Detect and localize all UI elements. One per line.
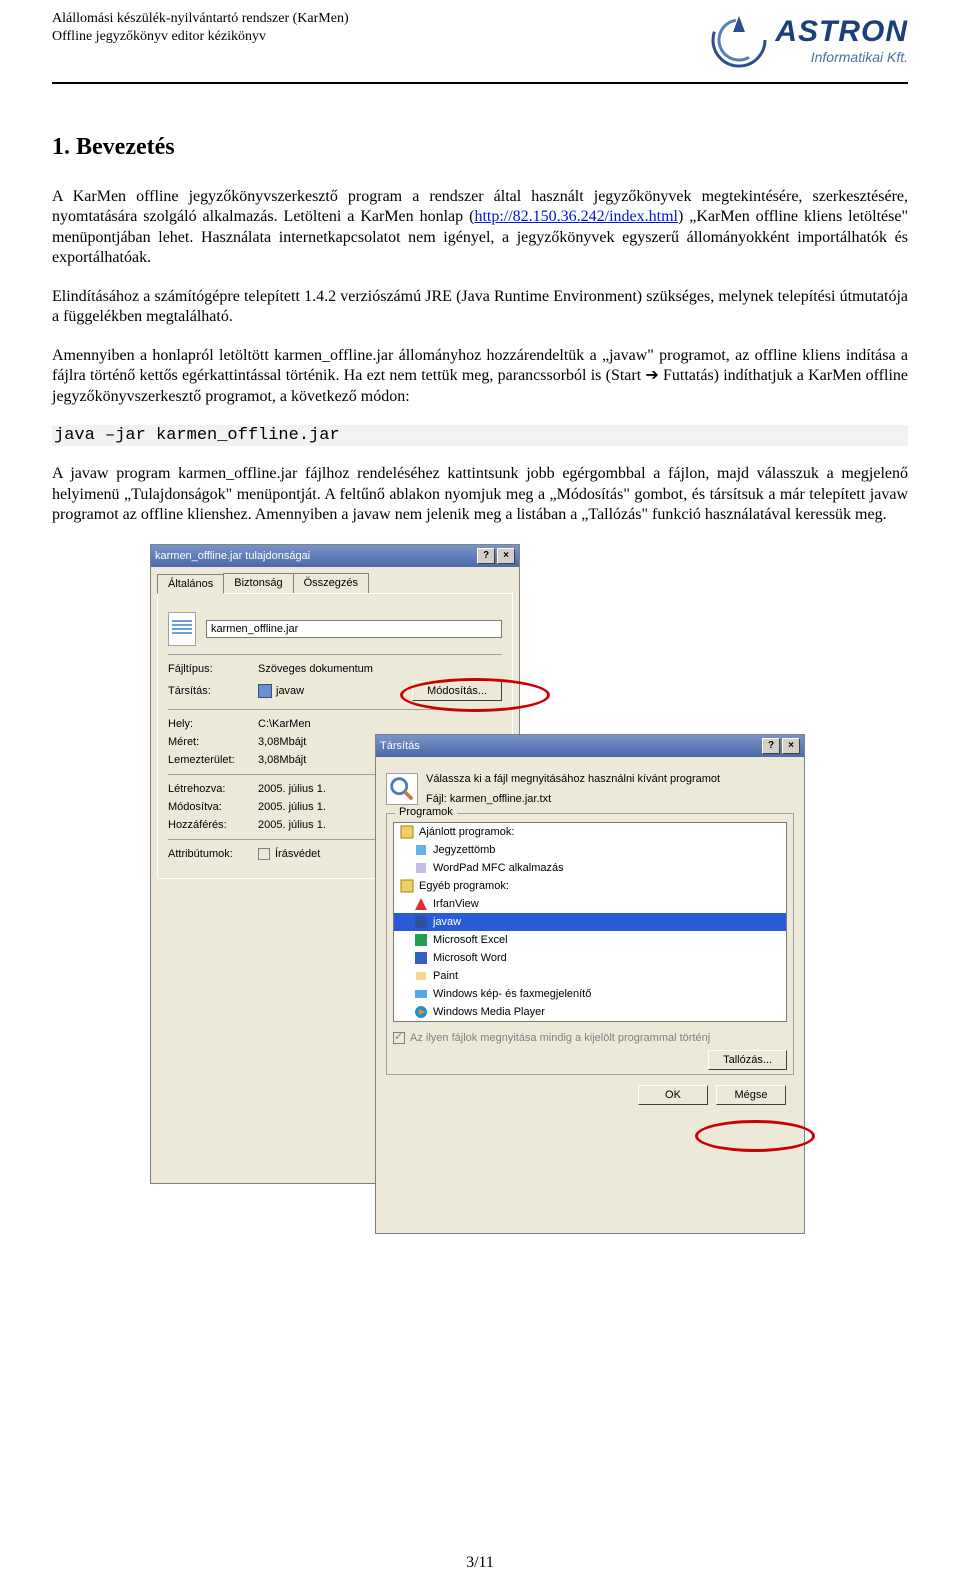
- help-button[interactable]: ?: [477, 548, 495, 564]
- logo-swoosh-icon: [709, 10, 769, 70]
- label-association: Társítás:: [168, 685, 258, 697]
- association-dialog: Társítás ? × Válassza ki a fájl megnyitá…: [375, 734, 805, 1234]
- app-icon: [258, 684, 272, 698]
- list-item: Windows kép- és faxmegjelenítő: [394, 985, 786, 1003]
- programs-legend: Programok: [395, 806, 457, 818]
- header-line2: Offline jegyzőkönyv editor kézikönyv: [52, 28, 349, 46]
- list-item: WordPad MFC alkalmazás: [394, 859, 786, 877]
- properties-titlebar: karmen_offline.jar tulajdonságai ? ×: [151, 545, 519, 567]
- list-item: Paint: [394, 967, 786, 985]
- properties-tabs: Általános Biztonság Összegzés: [151, 567, 519, 593]
- association-title: Társítás: [380, 740, 420, 752]
- help-button[interactable]: ?: [762, 738, 780, 754]
- header-line1: Alállomási készülék-nyilvántartó rendsze…: [52, 10, 349, 28]
- value-size: 3,08Mbájt: [258, 736, 306, 748]
- filename-field[interactable]: karmen_offline.jar: [206, 620, 502, 638]
- programs-group: Programok Ajánlott programok: Jegyzettöm…: [386, 813, 794, 1075]
- association-titlebar: Társítás ? ×: [376, 735, 804, 757]
- value-accessed: 2005. július 1.: [258, 819, 326, 831]
- always-use-checkbox[interactable]: [393, 1032, 405, 1044]
- header-rule: [52, 82, 908, 84]
- value-diskspace: 3,08Mbájt: [258, 754, 306, 766]
- paragraph-4: A javaw program karmen_offline.jar fájlh…: [52, 464, 908, 525]
- heading-1: 1. Bevezetés: [52, 134, 908, 161]
- highlight-circle-modify: [400, 678, 550, 712]
- list-item: IrfanView: [394, 895, 786, 913]
- value-location: C:\KarMen: [258, 718, 311, 730]
- list-header-other: Egyéb programok:: [394, 877, 786, 895]
- close-button[interactable]: ×: [497, 548, 515, 564]
- value-association: javaw: [276, 685, 412, 697]
- value-file: karmen_offline.jar.txt: [450, 793, 551, 805]
- file-type-icon: [168, 612, 196, 646]
- label-location: Hely:: [168, 718, 258, 730]
- always-use-label: Az ilyen fájlok megnyitása mindig a kije…: [410, 1032, 710, 1044]
- value-created: 2005. július 1.: [258, 783, 326, 795]
- company-logo: ASTRON Informatikai Kft.: [709, 10, 908, 70]
- command-line: java –jar karmen_offline.jar: [52, 425, 908, 446]
- list-header-recommended: Ajánlott programok:: [394, 823, 786, 841]
- value-attributes: Írásvédet: [275, 848, 320, 860]
- tab-summary[interactable]: Összegzés: [293, 573, 369, 593]
- list-item: Jegyzettömb: [394, 841, 786, 859]
- ok-button[interactable]: OK: [638, 1085, 708, 1105]
- label-modified: Módosítva:: [168, 801, 258, 813]
- logo-name: ASTRON: [775, 15, 908, 49]
- label-created: Létrehozva:: [168, 783, 258, 795]
- association-prompt: Válassza ki a fájl megnyitásához használ…: [426, 773, 720, 785]
- label-file: Fájl:: [426, 793, 447, 805]
- highlight-circle-browse: [695, 1120, 815, 1152]
- paragraph-1: A KarMen offline jegyzőkönyvszerkesztő p…: [52, 187, 908, 269]
- doc-header: Alállomási készülék-nyilvántartó rendsze…: [52, 10, 908, 70]
- tab-general[interactable]: Általános: [157, 574, 224, 594]
- page-number: 3/11: [0, 1554, 960, 1572]
- list-item: Microsoft Word: [394, 949, 786, 967]
- label-attributes: Attribútumok:: [168, 848, 258, 860]
- cancel-button[interactable]: Mégse: [716, 1085, 786, 1105]
- list-item: XmlPad: [394, 1021, 786, 1022]
- readonly-checkbox[interactable]: [258, 848, 270, 860]
- label-size: Méret:: [168, 736, 258, 748]
- label-diskspace: Lemezterület:: [168, 754, 258, 766]
- label-accessed: Hozzáférés:: [168, 819, 258, 831]
- paragraph-2: Elindításához a számítógépre telepített …: [52, 287, 908, 328]
- paragraph-3: Amennyiben a honlapról letöltött karmen_…: [52, 346, 908, 407]
- magnifier-icon: [386, 773, 418, 805]
- programs-list[interactable]: Ajánlott programok: Jegyzettömb WordPad …: [393, 822, 787, 1022]
- label-filetype: Fájltípus:: [168, 663, 258, 675]
- value-modified: 2005. július 1.: [258, 801, 326, 813]
- tab-security[interactable]: Biztonság: [223, 573, 293, 593]
- browse-button[interactable]: Tallózás...: [708, 1050, 787, 1070]
- embedded-screenshot: karmen_offline.jar tulajdonságai ? × Ált…: [150, 544, 810, 1254]
- list-item-selected: javaw: [394, 913, 786, 931]
- properties-title: karmen_offline.jar tulajdonságai: [155, 550, 310, 562]
- value-filetype: Szöveges dokumentum: [258, 663, 373, 675]
- list-item: Microsoft Excel: [394, 931, 786, 949]
- logo-sub: Informatikai Kft.: [811, 49, 908, 65]
- close-button[interactable]: ×: [782, 738, 800, 754]
- list-item: Windows Media Player: [394, 1003, 786, 1021]
- download-url-link[interactable]: http://82.150.36.242/index.html: [474, 208, 678, 225]
